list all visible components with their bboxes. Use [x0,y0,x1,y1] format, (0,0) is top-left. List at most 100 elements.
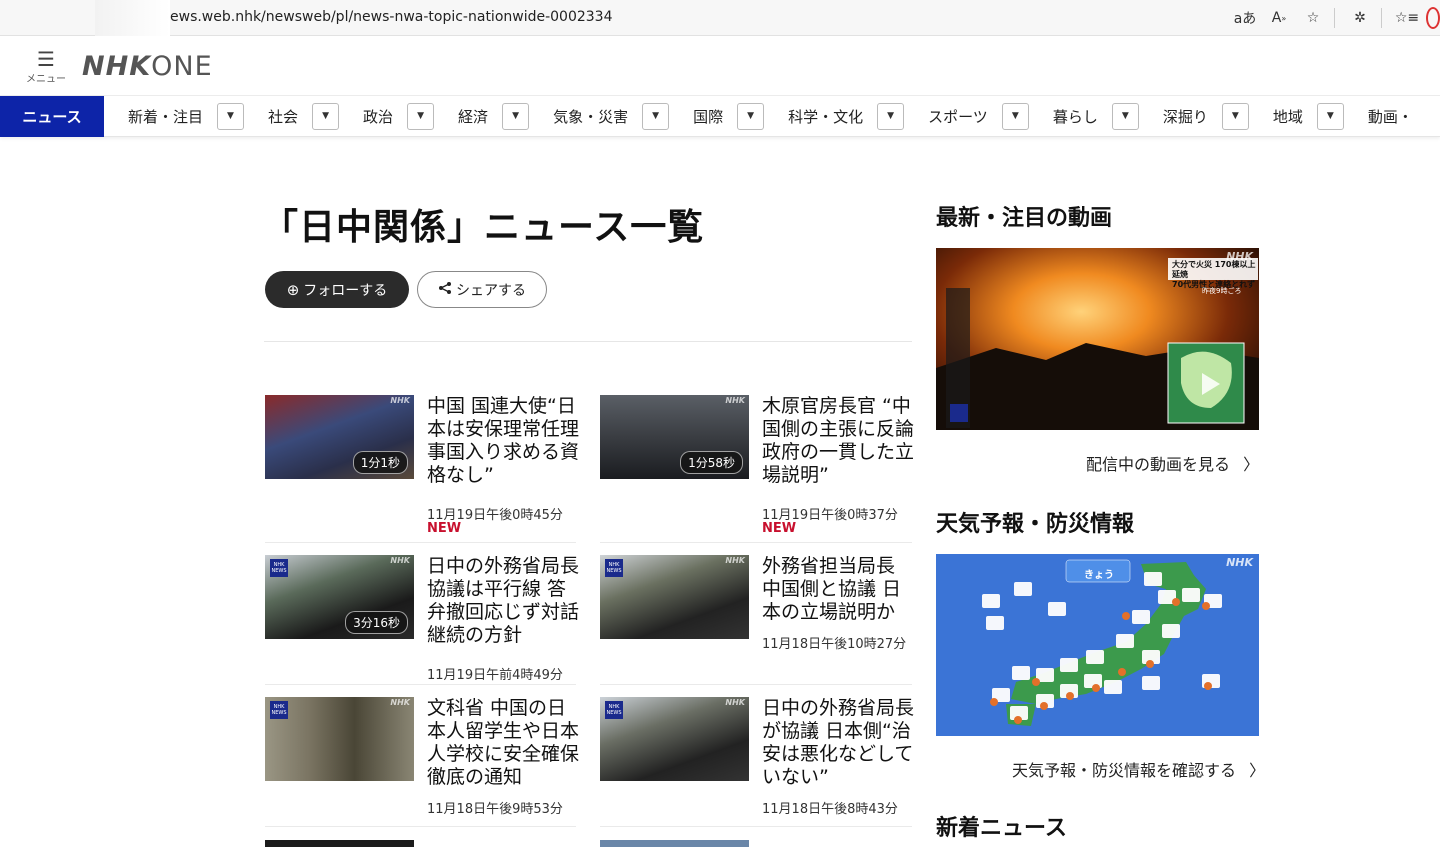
chevron-down-icon[interactable]: ▼ [312,102,340,130]
profile-icon[interactable] [1426,3,1440,33]
chevron-down-icon[interactable]: ▼ [502,102,530,130]
article-thumbnail[interactable]: NHK NHK NEWS [600,697,749,781]
article-title[interactable]: 外務省担当局長 中国側と協議 日本の立場説明か [762,555,914,624]
chevron-down-icon[interactable]: ▼ [737,102,765,130]
nav-tab-9[interactable]: 深掘り ▼ [1139,96,1249,137]
article-item[interactable]: NHK NHK NEWS 外務省担当局長 中国側と協議 日本の立場説明か 11月18日… [600,555,912,685]
share-icon [438,281,452,299]
toolbar-divider [1334,8,1335,28]
article-title[interactable]: 文科省 中国の日本人留学生や日本人学校に安全確保徹底の通知 [427,697,579,789]
article-thumbnail[interactable]: NHK 1分58秒 [600,395,749,479]
new-badge: NEW [427,521,462,536]
featured-video-thumbnail[interactable]: 大分で火災 170棟以上延焼 70代男性と連絡とれず 昨夜9時ごろ NHK [936,248,1259,430]
article-thumbnail[interactable] [600,840,749,847]
nav-tab-4[interactable]: 気象・災害 ▼ [529,96,670,137]
nav-tab-2[interactable]: 政治 ▼ [339,96,435,137]
weather-heading: 天気予報・防災情報 [936,512,1135,537]
article-item[interactable]: NHK NHK NEWS 文科省 中国の日本人留学生や日本人学校に安全確保徹底の通知… [265,697,579,827]
article-item[interactable]: NHK NHK NEWS 日中の外務省局長が協議 日本側“治安は悪化などしていない”… [600,697,914,827]
nav-tab-label: 社会 [268,107,299,126]
article-time: 11月18日午後8時43分 [762,802,898,817]
chevron-down-icon[interactable]: ▼ [217,102,245,130]
chevron-down-icon[interactable]: ▼ [1001,102,1029,130]
nav-tab-6[interactable]: 科学・文化 ▼ [764,96,905,137]
latest-news-heading: 新着ニュース [936,816,1067,841]
url-field[interactable]: ews.web.nhk/newsweb/pl/news-nwa-topic-na… [170,9,613,25]
weather-link-label: 天気予報・防災情報を確認する [1012,761,1237,780]
nhk-watermark: NHK [725,556,745,565]
plus-circle-icon: ⊕ [286,280,300,299]
row-divider [600,684,912,685]
nav-tab-label: スポーツ [928,107,988,126]
nav-tab-label: 暮らし [1052,107,1098,126]
weather-link[interactable]: 天気予報・防災情報を確認する 〉 [1012,757,1265,781]
site-header: ☰ メニュー NHKONE [0,36,1440,96]
article-thumbnail[interactable]: NHK NHK NEWS [600,555,749,639]
row-divider [600,542,912,543]
favorite-star-icon[interactable]: ☆ [1298,3,1328,33]
nhk-news-badge-icon: NHK NEWS [270,559,288,577]
weather-tab-today[interactable]: きょう [1084,566,1114,581]
row-divider [600,826,912,827]
nav-tab-7[interactable]: スポーツ ▼ [904,96,1029,137]
nhk-watermark: NHK [1226,556,1253,569]
video-duration: 1分58秒 [680,451,743,474]
article-thumbnail[interactable]: NHK 1分1秒 [265,395,414,479]
browser-toolbar: aあ A» ☆ ✲ ☆≡ [1226,0,1440,36]
video-duration: 1分1秒 [352,451,408,474]
nav-tab-label: 深掘り [1162,107,1208,126]
article-item[interactable]: NHK NHK NEWS 3分16秒 日中の外務省局長協議は平行線 答弁撤回応じず対話… [265,555,579,685]
chevron-down-icon[interactable]: ▼ [1111,102,1139,130]
video-caption-time: 昨夜9時ごろ [1202,287,1242,295]
article-thumbnail[interactable] [265,840,414,847]
follow-button[interactable]: ⊕ フォローする [265,271,409,308]
article-thumbnail[interactable]: NHK NHK NEWS 3分16秒 [265,555,414,639]
nav-tab-8[interactable]: 暮らし ▼ [1029,96,1139,137]
article-time: 11月19日午前4時49分 [427,668,563,683]
nav-tab-label: 地域 [1272,107,1303,126]
chevron-down-icon[interactable]: ▼ [1316,102,1344,130]
nav-tab-1[interactable]: 社会 ▼ [244,96,340,137]
article-title[interactable]: 日中の外務省局長が協議 日本側“治安は悪化などしていない” [762,697,914,789]
article-title[interactable]: 木原官房長官 “中国側の主張に反論 政府の一貫した立場説明” [762,395,914,487]
nav-tab-10[interactable]: 地域 ▼ [1249,96,1344,137]
menu-label: メニュー [26,74,66,85]
nav-tab-0[interactable]: 新着・注目 ▼ [104,96,245,137]
video-link[interactable]: 配信中の動画を見る 〉 [1086,451,1259,475]
nhk-watermark: NHK [725,698,745,707]
nav-tab-label: 政治 [363,107,394,126]
favorites-icon[interactable]: ☆≡ [1392,3,1422,33]
nav-tab-label: 新着・注目 [128,107,204,126]
share-button[interactable]: シェアする [417,271,547,308]
article-item[interactable]: NHK 1分58秒 木原官房長官 “中国側の主張に反論 政府の一貫した立場説明” 11… [600,395,914,536]
chevron-down-icon[interactable]: ▼ [1221,102,1249,130]
weather-map[interactable]: きょう NHK [936,554,1259,736]
nhk-one-logo[interactable]: NHKONE [82,51,213,82]
nav-tab-3[interactable]: 経済 ▼ [434,96,530,137]
video-link-label: 配信中の動画を見る [1086,455,1231,474]
new-badge: NEW [762,521,797,536]
article-title[interactable]: 日中の外務省局長協議は平行線 答弁撤回応じず対話継続の方針 [427,555,579,647]
nav-tab-11[interactable]: 動画・ [1344,96,1413,137]
video-duration: 3分16秒 [345,611,408,634]
nav-tab-label: 経済 [458,107,489,126]
extensions-icon[interactable]: ✲ [1345,3,1375,33]
nhk-watermark: NHK [390,698,410,707]
nav-tab-news[interactable]: ニュース [0,95,104,137]
chevron-down-icon[interactable]: ▼ [877,102,905,130]
address-fade [95,0,170,36]
divider [264,341,912,342]
article-title[interactable]: 中国 国連大使“日本は安保理常任理事国入り求める資格なし” [427,395,579,487]
read-aloud-font-icon[interactable]: aあ [1230,3,1260,33]
chevron-down-icon[interactable]: ▼ [642,102,670,130]
article-thumbnail[interactable]: NHK NHK NEWS [265,697,414,781]
chevron-down-icon[interactable]: ▼ [407,102,435,130]
read-aloud-icon[interactable]: A» [1264,3,1294,33]
chevron-right-icon: 〉 [1249,761,1266,780]
menu-button[interactable]: ☰ メニュー [26,47,66,86]
logo-nhk: NHK [82,51,152,82]
article-time: 11月18日午後9時53分 [427,802,563,817]
article-item[interactable]: NHK 1分1秒 中国 国連大使“日本は安保理常任理事国入り求める資格なし” 11月1… [265,395,579,536]
nav-tab-5[interactable]: 国際 ▼ [669,96,765,137]
hamburger-icon: ☰ [37,47,55,71]
